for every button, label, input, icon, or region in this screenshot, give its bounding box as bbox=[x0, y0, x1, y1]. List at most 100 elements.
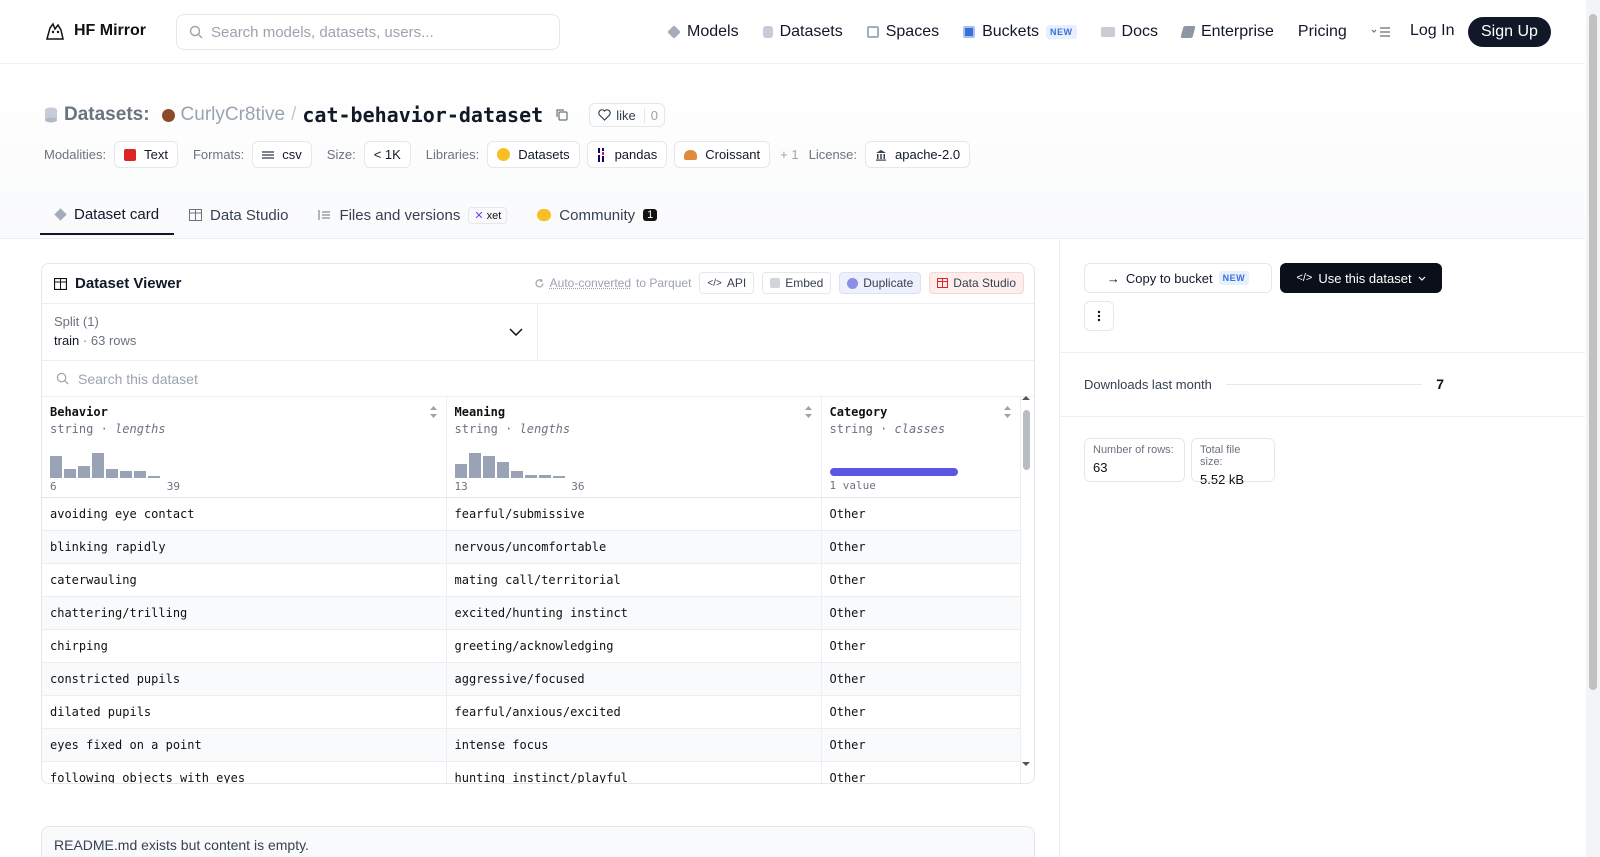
table-cell[interactable]: dilated pupils bbox=[42, 696, 446, 729]
nav-enterprise[interactable]: Enterprise bbox=[1182, 23, 1274, 41]
auto-converted-note[interactable]: Auto-converted to Parquet bbox=[534, 276, 692, 290]
histogram-bar[interactable] bbox=[64, 469, 76, 478]
histogram-bar[interactable] bbox=[78, 466, 90, 478]
table-cell[interactable]: hunting instinct/playful bbox=[446, 762, 821, 785]
table-cell[interactable]: Other bbox=[821, 597, 1020, 630]
table-row[interactable]: avoiding eye contact fearful/submissive Ot… bbox=[42, 498, 1020, 531]
histogram-bar[interactable] bbox=[511, 471, 523, 478]
histogram-bar[interactable] bbox=[497, 462, 509, 478]
histogram-bar[interactable] bbox=[525, 475, 537, 478]
auto-converted-link[interactable]: Auto-converted bbox=[550, 276, 631, 290]
tab-community[interactable]: Community 1 bbox=[522, 195, 672, 235]
histogram-bar[interactable] bbox=[148, 476, 160, 478]
copy-icon[interactable] bbox=[555, 108, 569, 122]
table-row[interactable]: caterwauling mating call/territorial Other bbox=[42, 564, 1020, 597]
table-cell[interactable]: aggressive/focused bbox=[446, 663, 821, 696]
column-header-meaning[interactable]: Meaning string · lengths 13 36 bbox=[446, 397, 821, 498]
table-cell[interactable]: fearful/anxious/excited bbox=[446, 696, 821, 729]
table-scrollbar[interactable] bbox=[1020, 394, 1032, 768]
library-chip-pandas[interactable]: pandas bbox=[587, 141, 668, 168]
format-chip-csv[interactable]: csv bbox=[252, 141, 312, 168]
histogram-bar[interactable] bbox=[553, 476, 565, 478]
embed-button[interactable]: Embed bbox=[762, 272, 831, 294]
dataset-name[interactable]: cat-behavior-dataset bbox=[302, 103, 543, 127]
table-cell[interactable]: nervous/uncomfortable bbox=[446, 531, 821, 564]
tab-data-studio[interactable]: Data Studio bbox=[174, 195, 303, 235]
histogram-bar[interactable] bbox=[120, 471, 132, 478]
table-cell[interactable]: caterwauling bbox=[42, 564, 446, 597]
table-cell[interactable]: greeting/acknowledging bbox=[446, 630, 821, 663]
copy-to-bucket-button[interactable]: → Copy to bucket NEW bbox=[1084, 263, 1272, 293]
histogram-bar[interactable] bbox=[134, 471, 146, 478]
libraries-more[interactable]: + 1 bbox=[780, 147, 798, 162]
table-cell[interactable]: intense focus bbox=[446, 729, 821, 762]
tab-dataset-card[interactable]: Dataset card bbox=[40, 195, 174, 235]
like-button[interactable]: like 0 bbox=[589, 103, 665, 127]
scroll-down-icon[interactable] bbox=[1020, 760, 1032, 768]
data-studio-button[interactable]: Data Studio bbox=[929, 272, 1024, 294]
sort-icon[interactable] bbox=[429, 405, 438, 419]
histogram-bar[interactable] bbox=[106, 469, 118, 478]
column-header-category[interactable]: Category string · classes 1 value bbox=[821, 397, 1020, 498]
use-this-dataset-button[interactable]: </> Use this dataset bbox=[1280, 263, 1442, 293]
table-cell[interactable]: Other bbox=[821, 531, 1020, 564]
library-chip-croissant[interactable]: Croissant bbox=[674, 141, 770, 168]
histogram-bar[interactable] bbox=[455, 464, 467, 478]
sort-icon[interactable] bbox=[1003, 405, 1012, 419]
table-row[interactable]: eyes fixed on a point intense focus Other bbox=[42, 729, 1020, 762]
table-row[interactable]: blinking rapidly nervous/uncomfortable Oth… bbox=[42, 531, 1020, 564]
sort-icon[interactable] bbox=[804, 405, 813, 419]
table-cell[interactable]: Other bbox=[821, 762, 1020, 785]
histogram-bar[interactable] bbox=[50, 456, 62, 478]
table-cell[interactable]: mating call/territorial bbox=[446, 564, 821, 597]
nav-datasets[interactable]: Datasets bbox=[763, 23, 843, 41]
global-search-input[interactable]: Search models, datasets, users... bbox=[176, 14, 560, 50]
scroll-up-icon[interactable] bbox=[1020, 394, 1032, 402]
table-row[interactable]: chirping greeting/acknowledging Other bbox=[42, 630, 1020, 663]
brand-logo[interactable]: HF Mirror bbox=[44, 20, 146, 42]
login-link[interactable]: Log In bbox=[1410, 22, 1454, 40]
table-cell[interactable]: following objects with eyes bbox=[42, 762, 446, 785]
signup-button[interactable]: Sign Up bbox=[1468, 17, 1551, 47]
table-cell[interactable]: avoiding eye contact bbox=[42, 498, 446, 531]
histogram-bar[interactable] bbox=[539, 475, 551, 478]
table-cell[interactable]: Other bbox=[821, 663, 1020, 696]
page-scroll-thumb[interactable] bbox=[1589, 14, 1597, 690]
table-cell[interactable]: excited/hunting instinct bbox=[446, 597, 821, 630]
class-distribution-bar[interactable] bbox=[830, 468, 958, 476]
dataset-search-input[interactable]: Search this dataset bbox=[42, 361, 1034, 397]
modality-chip-text[interactable]: Text bbox=[114, 141, 178, 168]
table-cell[interactable]: chirping bbox=[42, 630, 446, 663]
nav-pricing[interactable]: Pricing bbox=[1298, 23, 1347, 41]
table-cell[interactable]: constricted pupils bbox=[42, 663, 446, 696]
license-chip[interactable]: apache-2.0 bbox=[865, 141, 970, 168]
library-chip-datasets[interactable]: Datasets bbox=[487, 141, 579, 168]
histogram-bar[interactable] bbox=[469, 453, 481, 478]
table-cell[interactable]: fearful/submissive bbox=[446, 498, 821, 531]
table-row[interactable]: following objects with eyes hunting insti… bbox=[42, 762, 1020, 785]
table-cell[interactable]: Other bbox=[821, 564, 1020, 597]
table-cell[interactable]: Other bbox=[821, 498, 1020, 531]
nav-buckets[interactable]: Buckets NEW bbox=[963, 23, 1076, 41]
nav-docs[interactable]: Docs bbox=[1101, 23, 1158, 41]
tab-files-and-versions[interactable]: Files and versions ✕ xet bbox=[303, 195, 522, 235]
duplicate-button[interactable]: Duplicate bbox=[839, 272, 921, 294]
table-cell[interactable]: Other bbox=[821, 696, 1020, 729]
size-chip[interactable]: < 1K bbox=[364, 141, 411, 168]
table-cell[interactable]: Other bbox=[821, 729, 1020, 762]
table-row[interactable]: chattering/trilling excited/hunting insti… bbox=[42, 597, 1020, 630]
more-options-button[interactable] bbox=[1084, 301, 1114, 331]
api-button[interactable]: </> API bbox=[699, 272, 754, 294]
table-cell[interactable]: eyes fixed on a point bbox=[42, 729, 446, 762]
table-cell[interactable]: chattering/trilling bbox=[42, 597, 446, 630]
histogram-bar[interactable] bbox=[483, 456, 495, 478]
owner-link[interactable]: CurlyCr8tive bbox=[181, 104, 286, 126]
column-header-behavior[interactable]: Behavior string · lengths 6 39 bbox=[42, 397, 446, 498]
nav-more-menu[interactable] bbox=[1371, 26, 1391, 38]
nav-models[interactable]: Models bbox=[668, 23, 739, 41]
histogram-bar[interactable] bbox=[92, 453, 104, 478]
table-row[interactable]: constricted pupils aggressive/focused Othe… bbox=[42, 663, 1020, 696]
nav-spaces[interactable]: Spaces bbox=[867, 23, 939, 41]
table-cell[interactable]: blinking rapidly bbox=[42, 531, 446, 564]
page-scrollbar[interactable] bbox=[1586, 0, 1600, 857]
